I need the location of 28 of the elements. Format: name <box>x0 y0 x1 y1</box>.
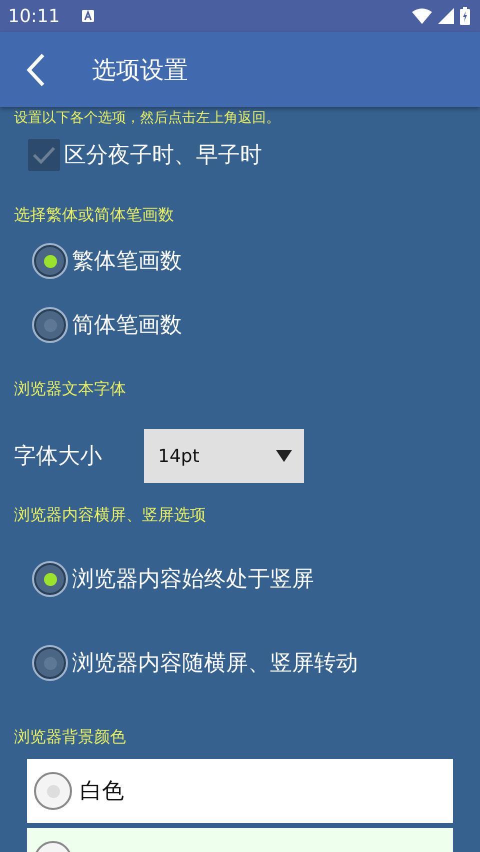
section-heading: 浏览器文本字体 <box>14 379 127 400</box>
radio-button[interactable] <box>32 243 68 279</box>
chevron-left-icon <box>26 52 46 86</box>
radio-option[interactable]: 繁体笔画数 <box>32 229 466 293</box>
radio-button[interactable] <box>32 561 68 597</box>
radio-button[interactable] <box>34 772 72 810</box>
font-size-dropdown[interactable]: 14pt <box>144 429 304 483</box>
checkbox[interactable] <box>28 139 60 171</box>
section-heading: 选择繁体或简体笔画数 <box>14 205 175 226</box>
screen-title: 选项设置 <box>92 54 188 86</box>
wifi-icon <box>412 8 432 24</box>
radio-option[interactable]: 浏览器内容随横屏、竖屏转动 <box>32 621 466 705</box>
section-heading: 浏览器内容横屏、竖屏选项 <box>14 505 207 526</box>
clock: 10:11 <box>8 6 60 26</box>
checkmark-icon <box>32 145 56 165</box>
field-label: 字体大小 <box>14 443 103 471</box>
checkbox-label: 区分夜子时、早子时 <box>64 142 262 170</box>
notification-icon <box>82 10 94 22</box>
color-option[interactable]: 白色 <box>27 759 453 823</box>
signal-icon <box>438 8 454 24</box>
section-heading: 浏览器背景颜色 <box>14 727 127 748</box>
battery-icon <box>460 7 470 25</box>
radio-option[interactable]: 浏览器内容始终处于竖屏 <box>32 537 466 621</box>
dropdown-arrow-icon <box>276 450 292 462</box>
instruction-text: 设置以下各个选项，然后点击左上角返回。 <box>14 109 281 127</box>
radio-option[interactable]: 简体笔画数 <box>32 293 466 357</box>
radio-button[interactable] <box>32 645 68 681</box>
radio-button[interactable] <box>32 307 68 343</box>
